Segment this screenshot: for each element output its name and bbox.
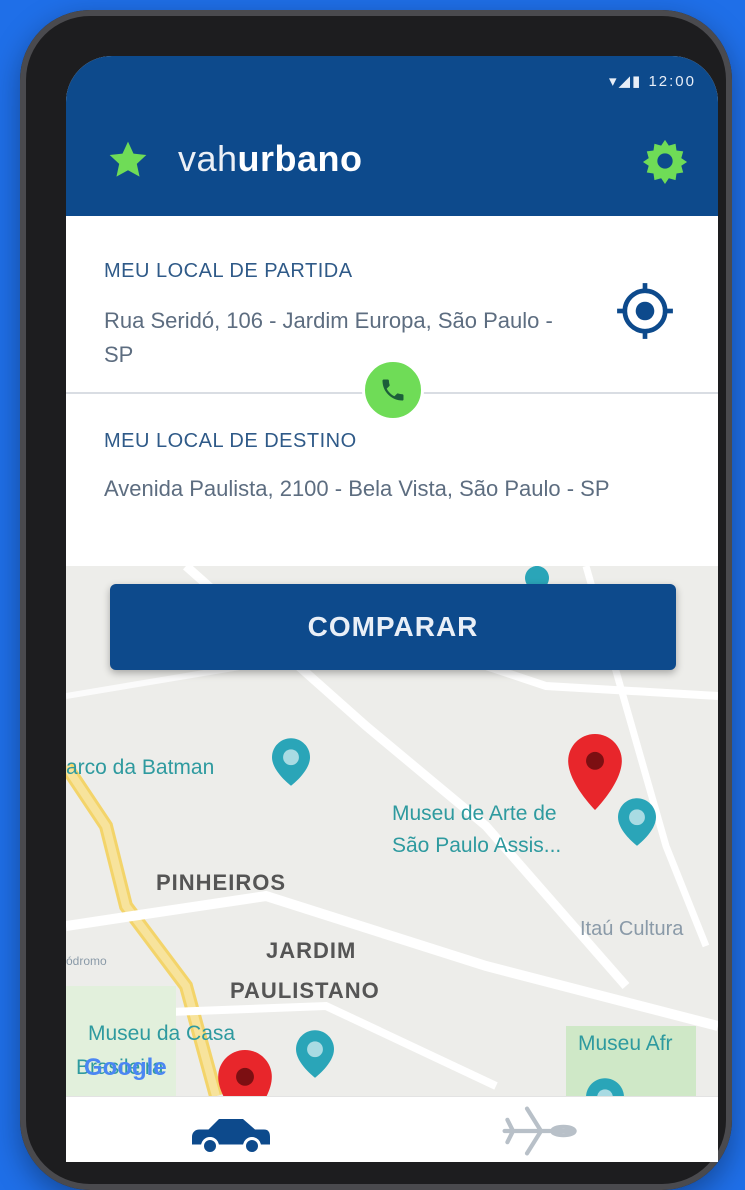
brand-bold: urbano xyxy=(237,138,363,179)
gear-icon[interactable] xyxy=(642,138,688,184)
poi-marker-icon[interactable] xyxy=(586,1078,624,1096)
car-icon[interactable] xyxy=(186,1113,276,1155)
origin-marker-icon[interactable] xyxy=(218,1050,272,1096)
map-label-jardim: JARDIM xyxy=(266,938,357,963)
map-label-museu-casa: Museu da Casa xyxy=(88,1022,236,1045)
brand-logo: vahurbano xyxy=(178,138,363,180)
origin-label: MEU LOCAL DE PARTIDA xyxy=(104,260,353,282)
origin-address[interactable]: Rua Seridó, 106 - Jardim Europa, São Pau… xyxy=(104,304,574,372)
compare-button[interactable]: COMPARAR xyxy=(110,584,676,670)
google-logo: Google xyxy=(84,1054,167,1081)
destination-label: MEU LOCAL DE DESTINO xyxy=(104,430,357,452)
map-label-museu-arte: Museu de Arte de xyxy=(392,802,557,825)
star-icon[interactable] xyxy=(106,138,150,182)
map-label-itau: Itaú Cultura xyxy=(580,918,684,940)
status-bar: ▾◢▮ 12:00 xyxy=(608,73,696,90)
map-label-museu-afro: Museu Afr xyxy=(578,1032,673,1055)
poi-marker-icon[interactable] xyxy=(618,798,656,846)
destination-address[interactable]: Avenida Paulista, 2100 - Bela Vista, São… xyxy=(104,472,624,506)
map-label-pinheiros: PINHEIROS xyxy=(156,870,287,895)
bottom-nav xyxy=(66,1096,718,1162)
map-label-museu-arte-2: São Paulo Assis... xyxy=(392,834,562,857)
phone-icon xyxy=(382,379,404,401)
map-label-side: Hipódromo xyxy=(66,954,107,968)
brand-light: vah xyxy=(178,138,238,179)
poi-marker-icon[interactable] xyxy=(272,738,310,786)
poi-marker-icon[interactable] xyxy=(296,1030,334,1078)
app-screen: ▾◢▮ 12:00 vahurbano MEU LOCAL DE PARTIDA… xyxy=(66,56,718,1162)
map-label-parque: arco da Batman xyxy=(66,756,215,779)
destination-marker-icon[interactable] xyxy=(568,734,622,810)
map-label-paulistano: PAULISTANO xyxy=(230,978,380,1003)
gps-target-icon[interactable] xyxy=(614,280,676,342)
airplane-icon[interactable] xyxy=(496,1103,586,1159)
app-bar: ▾◢▮ 12:00 vahurbano xyxy=(66,56,718,216)
swap-button[interactable] xyxy=(362,359,424,421)
